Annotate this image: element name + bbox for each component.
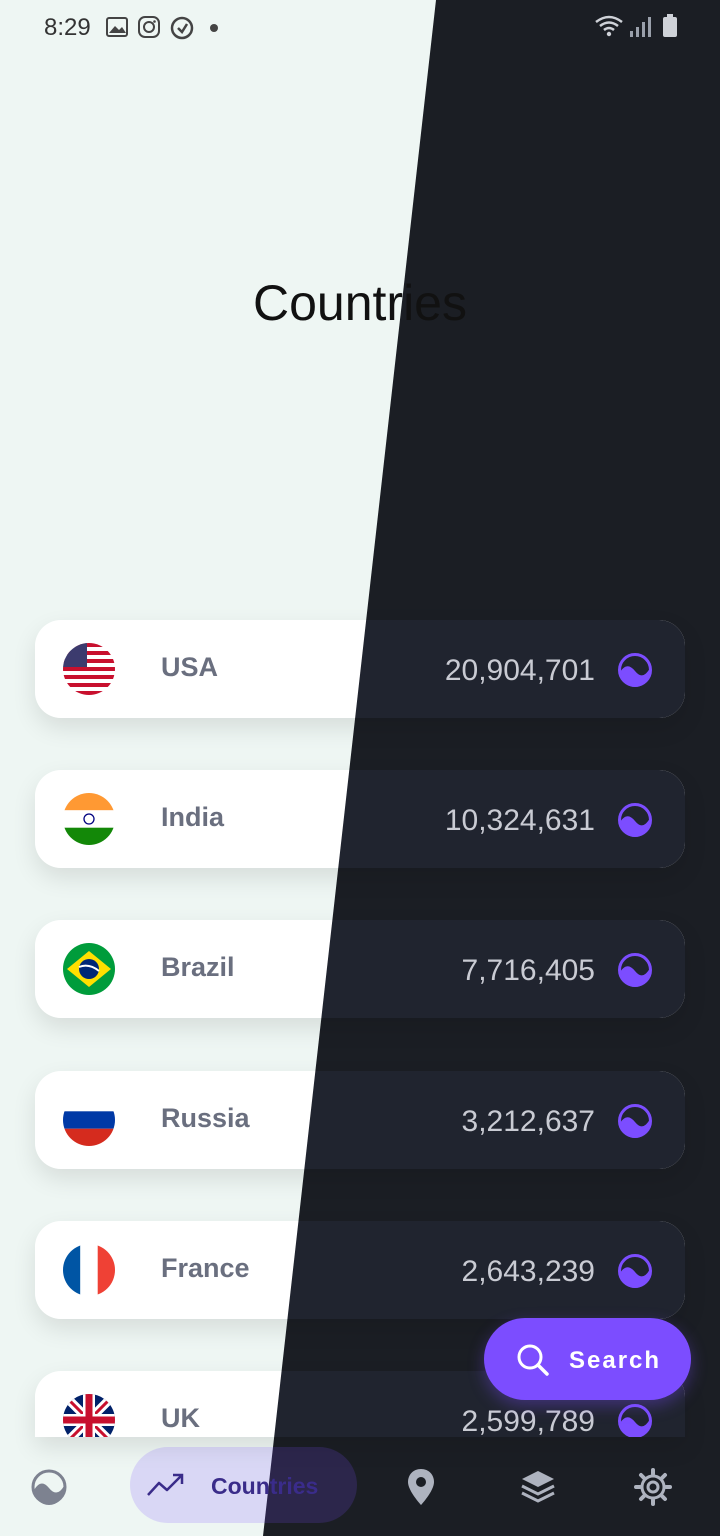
search-icon [517, 1344, 549, 1376]
wave-icon[interactable] [617, 1403, 653, 1437]
france-flag-icon [63, 1244, 115, 1296]
wave-icon[interactable] [617, 1253, 653, 1289]
country-row[interactable]: USA 20,904,701 [35, 620, 685, 718]
country-name: Russia [161, 1103, 250, 1133]
instagram-icon [138, 16, 160, 38]
country-name: UK [161, 1403, 200, 1433]
case-count: 3,212,637 [461, 1105, 595, 1138]
layers-icon[interactable] [519, 1468, 557, 1506]
app-notification-icon [170, 16, 194, 40]
wave-icon[interactable] [617, 652, 653, 688]
wifi-icon [595, 15, 623, 37]
bottom-navigation: Countries [0, 1437, 720, 1536]
india-flag-icon [63, 793, 115, 845]
country-row[interactable]: France 2,643,239 [35, 1221, 685, 1319]
dot-icon [210, 24, 218, 32]
location-pin-icon[interactable] [406, 1467, 436, 1507]
nav-item-countries[interactable]: Countries [130, 1447, 357, 1523]
country-row[interactable]: Brazil 7,716,405 [35, 920, 685, 1018]
status-bar: 8:29 [0, 0, 720, 56]
case-count: 20,904,701 [444, 654, 595, 687]
case-count: 2,643,239 [461, 1255, 595, 1288]
case-count: 7,716,405 [461, 954, 595, 987]
case-count: 2,599,789 [461, 1405, 595, 1437]
status-time: 8:29 [44, 14, 91, 41]
wave-icon[interactable] [617, 1103, 653, 1139]
settings-gear-icon[interactable] [634, 1468, 672, 1506]
country-name: France [161, 1253, 250, 1283]
country-row[interactable]: India 10,324,631 [35, 770, 685, 868]
signal-icon [630, 17, 651, 37]
home-wave-icon[interactable] [30, 1468, 68, 1506]
battery-icon [663, 14, 677, 37]
wave-icon[interactable] [617, 952, 653, 988]
country-name: USA [161, 652, 219, 682]
russia-flag-icon [63, 1094, 115, 1146]
case-count: 10,324,631 [444, 804, 595, 837]
search-button-label: Search [569, 1347, 662, 1374]
page-title: Countries [253, 275, 467, 331]
country-row[interactable]: Russia 3,212,637 [35, 1071, 685, 1169]
country-name: India [161, 802, 225, 832]
brazil-flag-icon [63, 943, 115, 995]
country-name: Brazil [161, 952, 235, 982]
usa-flag-icon [63, 643, 115, 695]
trend-icon [147, 1473, 184, 1496]
nav-countries-label: Countries [211, 1473, 319, 1499]
gallery-icon [106, 17, 128, 37]
wave-icon[interactable] [617, 802, 653, 838]
uk-flag-icon [63, 1394, 115, 1437]
search-button[interactable]: Search [484, 1318, 691, 1400]
